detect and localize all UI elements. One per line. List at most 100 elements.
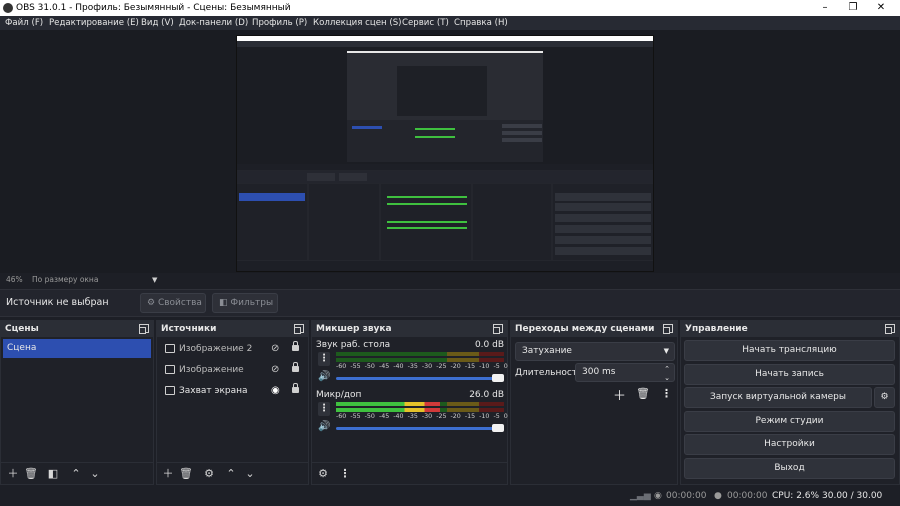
- scene-label: Сцена: [7, 343, 37, 353]
- trash-icon[interactable]: 🗑: [179, 467, 193, 481]
- scenes-title: Сцены: [5, 324, 39, 334]
- virtual-camera-settings-button[interactable]: ⚙: [874, 387, 895, 408]
- volume-slider[interactable]: [336, 427, 504, 430]
- chevron-up-icon[interactable]: ⌃: [224, 467, 238, 481]
- volume-meter: [336, 358, 504, 362]
- close-icon[interactable]: ✕: [866, 0, 896, 16]
- menu-docks[interactable]: Док-панели (D): [179, 16, 248, 30]
- maximize-icon[interactable]: ❐: [838, 0, 868, 16]
- minimize-icon[interactable]: –: [810, 0, 840, 16]
- lock-icon[interactable]: [292, 341, 299, 351]
- volume-meter-level: [336, 408, 440, 412]
- start-stream-button[interactable]: Начать трансляцию: [684, 340, 895, 361]
- kebab-menu-icon[interactable]: ⋮: [338, 467, 352, 481]
- undock-icon[interactable]: [493, 324, 503, 334]
- volume-meter: [336, 352, 504, 356]
- filters-button[interactable]: ◧ Фильтры: [212, 293, 278, 313]
- menu-help[interactable]: Справка (H): [454, 16, 508, 30]
- kebab-menu-icon[interactable]: ⋮: [661, 387, 672, 400]
- eye-hidden-icon[interactable]: ⊘: [271, 360, 279, 380]
- add-icon[interactable]: ＋: [161, 467, 175, 481]
- transition-type: Затухание: [522, 346, 572, 356]
- chevron-down-icon[interactable]: ⌄: [88, 467, 102, 481]
- transitions-dock: Переходы между сценами Затухание ▼ Длите…: [510, 320, 678, 485]
- undock-icon[interactable]: [139, 324, 149, 334]
- add-icon[interactable]: ＋: [6, 467, 20, 481]
- filters-icon: ◧: [219, 298, 228, 308]
- undock-icon[interactable]: [663, 324, 673, 334]
- chevron-up-icon[interactable]: ⌃: [69, 467, 83, 481]
- scene-item[interactable]: Сцена: [3, 339, 151, 358]
- meter-ticks: -60 -55 -50 -45 -40 -35 -30 -25 -20 -15 …: [336, 363, 508, 370]
- undock-icon[interactable]: [294, 324, 304, 334]
- menu-profile[interactable]: Профиль (P): [252, 16, 307, 30]
- studio-mode-button[interactable]: Режим студии: [684, 411, 895, 432]
- fps-readout: 30.00 / 30.00 FPS: [822, 491, 883, 501]
- scenes-toolbar: ＋ 🗑 ◧ ⌃ ⌄: [1, 462, 153, 484]
- chevron-down-icon[interactable]: ▼: [152, 273, 157, 287]
- filters-label: Фильтры: [230, 298, 274, 308]
- source-item[interactable]: Изображение ⊘: [159, 360, 309, 380]
- speaker-icon[interactable]: 🔊: [318, 371, 330, 382]
- status-bar: ▁▃▅ ◉ 00:00:00 ● 00:00:00 CPU: 2.6% 30.0…: [0, 487, 900, 506]
- duration-label: Длительность: [515, 368, 583, 378]
- menu-scene-collection[interactable]: Коллекция сцен (S): [313, 16, 402, 30]
- source-item[interactable]: Изображение 2 ⊘: [159, 339, 309, 359]
- trash-icon[interactable]: 🗑: [636, 387, 650, 400]
- title-bar: OBS 31.0.1 - Профиль: Безымянный - Сцены…: [0, 0, 900, 16]
- chevron-down-icon[interactable]: ⌄: [664, 370, 670, 387]
- filters-icon[interactable]: ◧: [46, 467, 60, 481]
- preview-canvas[interactable]: [236, 35, 654, 272]
- scenes-dock: Сцены Сцена ＋ 🗑 ◧ ⌃ ⌄: [0, 320, 154, 485]
- menu-view[interactable]: Вид (V): [141, 16, 174, 30]
- context-bar: Источник не выбран ⚙ Свойства ◧ Фильтры: [0, 289, 900, 317]
- lock-icon[interactable]: [292, 362, 299, 372]
- controls-title: Управление: [685, 324, 748, 334]
- zoom-percent: 46%: [6, 275, 23, 284]
- eye-icon[interactable]: ◉: [271, 381, 280, 401]
- trash-icon[interactable]: 🗑: [24, 467, 38, 481]
- properties-label: Свойства: [157, 298, 202, 308]
- eye-hidden-icon[interactable]: ⊘: [271, 339, 279, 359]
- lock-icon[interactable]: [292, 383, 299, 393]
- mixer-toolbar: ⚙ ⋮: [312, 462, 507, 484]
- mixer-header: Микшер звука: [312, 321, 507, 337]
- transition-select[interactable]: Затухание ▼: [515, 342, 675, 361]
- meter-ticks: -60 -55 -50 -45 -40 -35 -30 -25 -20 -15 …: [336, 413, 508, 420]
- speaker-icon[interactable]: 🔊: [318, 421, 330, 432]
- obs-logo-icon: [3, 3, 13, 13]
- sources-header: Источники: [157, 321, 308, 337]
- mixer-title: Микшер звука: [316, 324, 392, 334]
- add-icon[interactable]: ＋: [613, 385, 626, 404]
- virtual-camera-button[interactable]: Запуск виртуальной камеры: [684, 387, 872, 408]
- zoom-mode-select[interactable]: По размеру окна: [32, 273, 98, 287]
- duration-input[interactable]: 300 ms ⌃ ⌄: [575, 363, 675, 382]
- transitions-title: Переходы между сценами: [515, 324, 655, 334]
- source-label: Захват экрана: [179, 386, 248, 396]
- start-record-button[interactable]: Начать запись: [684, 364, 895, 385]
- advanced-audio-icon[interactable]: ⚙: [316, 467, 330, 481]
- gear-icon[interactable]: ⚙: [202, 467, 216, 481]
- kebab-menu-icon[interactable]: ⋮: [318, 402, 330, 416]
- chevron-down-icon[interactable]: ⌄: [243, 467, 257, 481]
- source-item[interactable]: Захват экрана ◉: [159, 381, 309, 401]
- channel-name: Микр/доп: [316, 390, 362, 400]
- transitions-header: Переходы между сценами: [511, 321, 677, 337]
- gear-icon: ⚙: [147, 298, 156, 308]
- monitor-icon: [165, 386, 175, 395]
- settings-button[interactable]: Настройки: [684, 434, 895, 455]
- gear-icon: ⚙: [880, 392, 889, 402]
- volume-slider-knob[interactable]: [492, 424, 504, 432]
- image-icon: [165, 344, 175, 353]
- undock-icon[interactable]: [885, 324, 895, 334]
- source-label: Изображение 2: [179, 344, 253, 354]
- volume-slider-knob[interactable]: [492, 374, 504, 382]
- menu-edit[interactable]: Редактирование (E): [49, 16, 139, 30]
- kebab-menu-icon[interactable]: ⋮: [318, 352, 330, 366]
- menu-tools[interactable]: Сервис (T): [402, 16, 449, 30]
- menu-file[interactable]: Файл (F): [5, 16, 43, 30]
- duration-value: 300 ms: [582, 367, 616, 377]
- exit-button[interactable]: Выход: [684, 458, 895, 479]
- properties-button[interactable]: ⚙ Свойства: [140, 293, 206, 313]
- volume-slider[interactable]: [336, 377, 504, 380]
